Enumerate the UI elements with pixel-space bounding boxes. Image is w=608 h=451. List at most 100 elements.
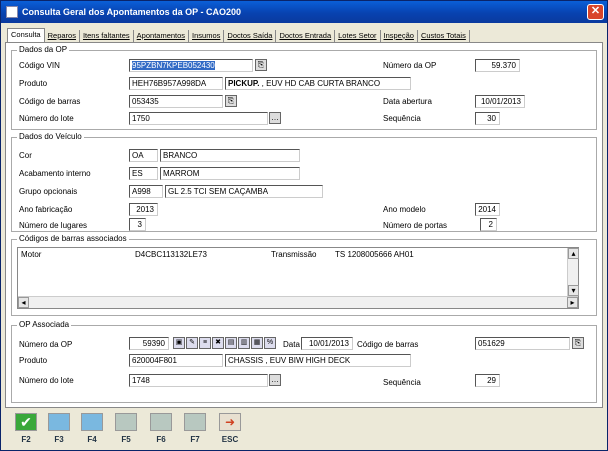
op-sequencia-label: Sequência (383, 378, 421, 387)
scroll-down-icon[interactable]: ▾ (568, 285, 579, 296)
op-data-field[interactable]: 10/01/2013 (301, 337, 353, 350)
tab-doctos-entrada[interactable]: Doctos Entrada (276, 30, 336, 42)
f7-icon (184, 413, 206, 431)
f6-icon (150, 413, 172, 431)
grupo-opcionais-label: Grupo opcionais (19, 187, 78, 196)
cor-code-field[interactable]: OA (129, 149, 158, 162)
acabamento-desc-field[interactable]: MARROM (160, 167, 300, 180)
f6-button[interactable]: F6 (146, 413, 176, 444)
produto-label: Produto (19, 79, 48, 88)
tab-itens-faltantes[interactable]: Itens faltantes (80, 30, 134, 42)
lock-icon[interactable]: ▣ (173, 337, 185, 349)
f4-icon (81, 413, 103, 431)
data-abertura-field[interactable]: 10/01/2013 (475, 95, 525, 108)
exit-door-icon: ➜ (219, 413, 241, 431)
function-key-bar: ✔ F2 F3 F4 F5 F6 F7 ➜ ESC (11, 413, 261, 449)
f3-button[interactable]: F3 (44, 413, 74, 444)
consulta-panel: Dados da OP Código VIN 95PZBN7KPEB052430… (5, 42, 603, 408)
codigo-vin-field[interactable]: 95PZBN7KPEB052430 (129, 59, 253, 72)
numero-lote-label: Número do lote (19, 114, 74, 123)
f2-confirm-button[interactable]: ✔ F2 (11, 413, 41, 444)
op-associada-title: OP Associada (17, 320, 72, 329)
folder-icon[interactable]: ▤ (225, 337, 237, 349)
tab-apontamentos[interactable]: Apontamentos (134, 30, 190, 42)
codigo-vin-label: Código VIN (19, 61, 60, 70)
window-title: Consulta Geral dos Apontamentos da OP - … (22, 7, 242, 17)
op-numero-lote-label: Número do lote (19, 376, 74, 385)
table-row[interactable]: Motor D4CBC113132LE73 Transmissão TS 120… (18, 249, 563, 261)
percent-icon[interactable]: % (264, 337, 276, 349)
horizontal-scrollbar[interactable]: ◂ ▸ (18, 296, 578, 308)
trash-icon[interactable]: ▦ (251, 337, 263, 349)
tab-consulta[interactable]: Consulta (7, 28, 45, 42)
lookup-button[interactable]: … (269, 374, 281, 386)
f7-button[interactable]: F7 (180, 413, 210, 444)
cor-desc-field[interactable]: BRANCO (160, 149, 300, 162)
ano-modelo-field[interactable]: 2014 (475, 203, 500, 216)
op-produto-code-field[interactable]: 620004F801 (129, 354, 223, 367)
numero-portas-label: Número de portas (383, 221, 448, 230)
produto-code-field[interactable]: HEH76B957A998DA (129, 77, 223, 90)
op-sequencia-field[interactable]: 29 (475, 374, 500, 387)
grupo-code-field[interactable]: A998 (129, 185, 163, 198)
sequencia-label: Sequência (383, 114, 421, 123)
acabamento-label: Acabamento interno (19, 169, 91, 178)
grupo-desc-field[interactable]: GL 2.5 TCI SEM CAÇAMBA (165, 185, 323, 198)
numero-portas-field[interactable]: 2 (480, 218, 497, 231)
lookup-button[interactable]: … (269, 112, 281, 124)
app-icon (6, 6, 18, 18)
numero-op-field[interactable]: 59.370 (475, 59, 520, 72)
codigos-barras-grid[interactable]: Motor D4CBC113132LE73 Transmissão TS 120… (17, 247, 579, 309)
delete-icon[interactable]: ✖ (212, 337, 224, 349)
op-produto-desc-field[interactable]: CHASSIS , EUV BIW HIGH DECK (225, 354, 411, 367)
print-icon[interactable]: ▥ (238, 337, 250, 349)
numero-lugares-field[interactable]: 3 (129, 218, 146, 231)
copy-icon[interactable]: ⎘ (225, 95, 237, 107)
numero-lugares-label: Número de lugares (19, 221, 88, 230)
op-numero-field[interactable]: 59390 (129, 337, 169, 350)
scroll-left-icon[interactable]: ◂ (18, 297, 29, 308)
ano-fabricacao-label: Ano fabricação (19, 205, 73, 214)
produto-desc-field[interactable]: PICKUP. , EUV HD CAB CURTA BRANCO (225, 77, 411, 90)
numero-lote-field[interactable]: 1750 (129, 112, 268, 125)
f4-button[interactable]: F4 (77, 413, 107, 444)
acabamento-code-field[interactable]: ES (129, 167, 158, 180)
grid-cell: Motor (21, 250, 42, 259)
tab-custos-totais[interactable]: Custos Totais (418, 30, 470, 42)
op-associada-group: OP Associada Número da OP 59390 ▣ ✎ ≡ ✖ … (11, 320, 597, 403)
dados-veiculo-title: Dados do Veículo (17, 132, 84, 141)
window: Consulta Geral dos Apontamentos da OP - … (0, 0, 608, 451)
copy-icon[interactable]: ⎘ (255, 59, 267, 71)
op-numero-label: Número da OP (19, 340, 73, 349)
data-abertura-label: Data abertura (383, 97, 432, 106)
grid-cell: TS 1208005666 AH01 (335, 250, 414, 259)
tab-reparos[interactable]: Reparos (45, 30, 80, 42)
list-icon[interactable]: ≡ (199, 337, 211, 349)
cor-label: Cor (19, 151, 32, 160)
tab-inspecao[interactable]: Inspeção (381, 30, 418, 42)
grid-cell: Transmissão (271, 250, 317, 259)
f5-button[interactable]: F5 (111, 413, 141, 444)
esc-exit-button[interactable]: ➜ ESC (215, 413, 245, 444)
dados-op-group: Dados da OP Código VIN 95PZBN7KPEB052430… (11, 45, 597, 130)
grid-cell: D4CBC113132LE73 (135, 250, 207, 259)
close-button[interactable]: ✕ (587, 4, 604, 20)
scroll-right-icon[interactable]: ▸ (567, 297, 578, 308)
op-data-label: Data (283, 340, 300, 349)
title-bar: Consulta Geral dos Apontamentos da OP - … (1, 1, 607, 23)
ano-fabricacao-field[interactable]: 2013 (129, 203, 158, 216)
ano-modelo-label: Ano modelo (383, 205, 426, 214)
op-numero-lote-field[interactable]: 1748 (129, 374, 268, 387)
codigos-barras-title: Códigos de barras associados (17, 234, 129, 243)
tab-insumos[interactable]: Insumos (189, 30, 225, 42)
vertical-scrollbar[interactable]: ▴ ▾ (567, 248, 579, 296)
op-codigo-barras-field[interactable]: 051629 (475, 337, 570, 350)
copy-icon[interactable]: ⎘ (572, 337, 584, 349)
codigo-barras-field[interactable]: 053435 (129, 95, 223, 108)
codigos-barras-group: Códigos de barras associados Motor D4CBC… (11, 234, 597, 316)
scroll-up-icon[interactable]: ▴ (568, 248, 579, 259)
tab-lotes-setor[interactable]: Lotes Setor (335, 30, 381, 42)
sequencia-field[interactable]: 30 (475, 112, 500, 125)
edit-icon[interactable]: ✎ (186, 337, 198, 349)
tab-doctos-saida[interactable]: Doctos Saída (224, 30, 277, 42)
